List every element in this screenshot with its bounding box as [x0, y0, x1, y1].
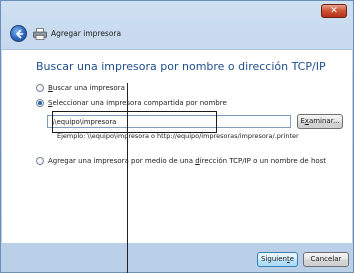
example-hint: Ejemplo: \\equipo\impresora o http://equ…: [57, 132, 299, 140]
shared-printer-name-input[interactable]: [47, 115, 291, 128]
page-heading: Buscar una impresora por nombre o direcc…: [36, 60, 326, 73]
wizard-content: Buscar una impresora por nombre o direcc…: [2, 49, 352, 243]
radio-button-selected[interactable]: [36, 99, 44, 107]
radio-tcpip-address[interactable]: Agregar una impresora por medio de una d…: [36, 157, 326, 165]
close-button[interactable]: ✕: [321, 4, 347, 18]
radio-select-shared-printer[interactable]: Seleccionar una impresora compartida por…: [36, 99, 227, 107]
browse-button[interactable]: Examinar...: [297, 114, 343, 129]
add-printer-window: ✕ Agregar impresora Buscar una impresora…: [0, 0, 354, 273]
radio-label: Buscar una impresora: [48, 84, 125, 92]
back-button[interactable]: [10, 25, 27, 42]
title-bar: ✕ Agregar impresora: [1, 1, 353, 49]
radio-search-printer[interactable]: Buscar una impresora: [36, 84, 125, 92]
radio-button[interactable]: [36, 84, 44, 92]
close-icon: ✕: [330, 6, 338, 16]
back-arrow-icon: [16, 29, 24, 39]
cancel-button[interactable]: Cancelar: [303, 252, 349, 267]
window-title: Agregar impresora: [51, 29, 122, 38]
next-button[interactable]: Siguiente: [257, 252, 298, 267]
radio-button[interactable]: [36, 157, 44, 165]
radio-label: Seleccionar una impresora compartida por…: [48, 99, 227, 107]
printer-icon: [33, 28, 47, 40]
radio-label: Agregar una impresora por medio de una d…: [48, 157, 327, 165]
callout-line: [127, 83, 128, 273]
